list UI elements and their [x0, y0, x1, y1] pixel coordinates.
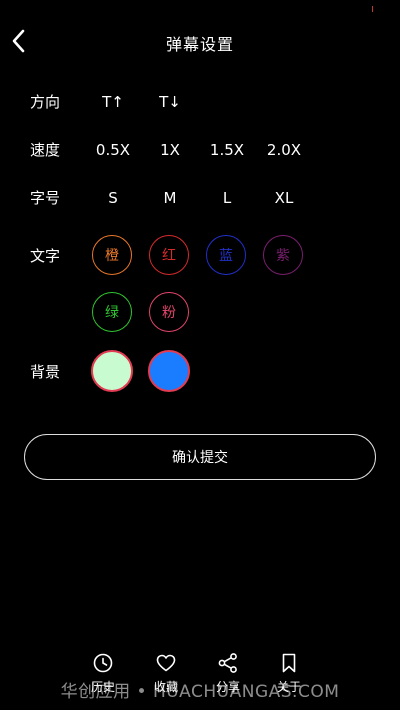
tab-about[interactable]: 关于 — [259, 652, 319, 698]
bookmark-icon — [278, 652, 300, 674]
background-label: 背景 — [30, 363, 61, 381]
tab-label: 关于 — [276, 680, 301, 694]
share-icon — [217, 652, 239, 674]
font-size-option-l[interactable]: L — [205, 188, 249, 208]
speed-option-1-5x[interactable]: 1.5X — [205, 140, 249, 160]
text-color-option-red[interactable]: 红 — [149, 235, 189, 275]
speed-option-0-5x[interactable]: 0.5X — [91, 140, 135, 160]
text-color-option-blue[interactable]: 蓝 — [206, 235, 246, 275]
page-title: 弹幕设置 — [165, 35, 234, 54]
font-size-option-m[interactable]: M — [148, 188, 192, 208]
font-size-label: 字号 — [30, 189, 61, 207]
submit-button[interactable]: 确认提交 — [24, 434, 376, 480]
direction-option-up[interactable]: T↑ — [91, 92, 135, 112]
direction-label: 方向 — [30, 93, 61, 111]
header: 弹幕设置 — [0, 22, 400, 62]
speed-label: 速度 — [30, 141, 61, 159]
text-color-option-purple[interactable]: 紫 — [263, 235, 303, 275]
background-option-light-green[interactable] — [91, 350, 133, 392]
status-indicator — [372, 6, 373, 12]
tab-label: 收藏 — [153, 680, 178, 694]
text-color-label: 文字 — [30, 247, 61, 265]
text-color-option-pink[interactable]: 粉 — [149, 292, 189, 332]
tab-label: 分享 — [215, 680, 240, 694]
tab-label: 历史 — [90, 680, 115, 694]
text-color-option-orange[interactable]: 橙 — [92, 235, 132, 275]
tab-history[interactable]: 历史 — [73, 652, 133, 698]
text-color-option-green[interactable]: 绿 — [92, 292, 132, 332]
heart-icon — [155, 652, 177, 674]
clock-icon — [92, 652, 114, 674]
speed-option-1x[interactable]: 1X — [148, 140, 192, 160]
tab-favorites[interactable]: 收藏 — [136, 652, 196, 698]
direction-option-down[interactable]: T↓ — [148, 92, 192, 112]
font-size-option-xl[interactable]: XL — [262, 188, 306, 208]
speed-option-2-0x[interactable]: 2.0X — [262, 140, 306, 160]
tab-share[interactable]: 分享 — [198, 652, 258, 698]
background-option-blue[interactable] — [148, 350, 190, 392]
font-size-option-s[interactable]: S — [91, 188, 135, 208]
